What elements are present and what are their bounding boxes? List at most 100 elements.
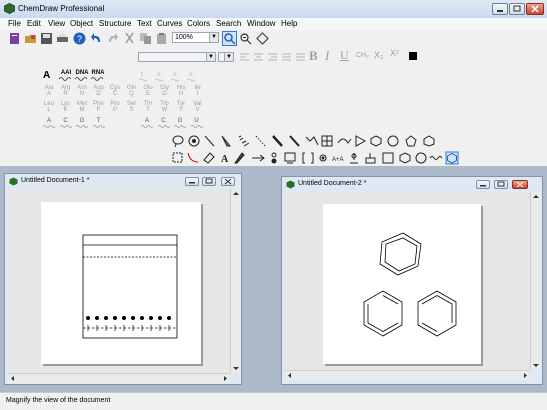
reaction-arrow-icon[interactable]: A+A — [332, 157, 344, 163]
cut-icon[interactable] — [123, 32, 136, 45]
stamp-icon[interactable] — [365, 153, 376, 164]
menu-structure[interactable]: Structure — [99, 18, 131, 30]
magnify-icon[interactable] — [222, 31, 237, 46]
document-1-canvas[interactable] — [8, 189, 230, 379]
chain-icon[interactable] — [305, 136, 319, 146]
chevron-down-icon[interactable]: ▼ — [209, 33, 218, 42]
menu-object[interactable]: Object — [70, 18, 93, 30]
benzene-tool-icon[interactable] — [445, 151, 459, 165]
doc1-vertical-scrollbar[interactable] — [230, 189, 241, 373]
amino-acid-button-6[interactable]: Thr T — [140, 101, 156, 113]
underline-button[interactable]: U — [340, 48, 349, 63]
doc1-minimize-button[interactable] — [185, 177, 199, 186]
amino-acid-button-0[interactable]: Ala A — [41, 85, 57, 97]
amino-acid-button-3[interactable]: Phe F — [91, 101, 107, 113]
save-icon[interactable] — [40, 32, 53, 45]
doc2-horizontal-scrollbar[interactable] — [285, 370, 530, 380]
pen-icon[interactable] — [234, 152, 245, 164]
doc2-close-button[interactable] — [512, 180, 528, 189]
amino-acid-button-7[interactable]: Gly G — [157, 85, 173, 97]
amino-acid-button-7[interactable]: Trp W — [157, 101, 173, 113]
rna-base-button-1[interactable]: C — [156, 118, 172, 131]
rna-base-button-3[interactable]: U — [189, 118, 205, 131]
doc2-vertical-scrollbar[interactable] — [530, 192, 541, 370]
copy-icon[interactable] — [139, 32, 152, 45]
font-size-select[interactable]: ▼ — [218, 52, 234, 62]
doc1-horizontal-scrollbar[interactable] — [8, 373, 230, 383]
dna-base-button-0[interactable]: A — [41, 118, 57, 131]
fit-diamond-icon[interactable] — [256, 32, 269, 45]
text-tool-icon[interactable]: A — [221, 154, 229, 165]
pentagon-icon[interactable] — [405, 135, 417, 147]
bold-bond-icon[interactable] — [272, 135, 283, 147]
chemical-symbols-icon[interactable] — [319, 154, 327, 162]
zoom-out-icon[interactable] — [239, 32, 252, 45]
brackets-icon[interactable] — [302, 152, 314, 164]
amino-acid-button-2[interactable]: Asn N — [74, 85, 90, 97]
amino-acid-button-1[interactable]: Lys K — [58, 101, 74, 113]
minimize-button[interactable] — [492, 3, 508, 15]
single-bond-icon[interactable] — [204, 135, 215, 147]
menu-text[interactable]: Text — [137, 18, 152, 30]
dna-base-button-1[interactable]: C — [58, 118, 74, 131]
formula-button[interactable]: CH₂ — [356, 52, 369, 59]
bold-wedge-icon[interactable] — [289, 135, 300, 147]
menu-window[interactable]: Window — [247, 18, 275, 30]
document-window-2[interactable]: Untitled Document-2 * — [281, 176, 543, 385]
hashed-bond-2-icon[interactable] — [255, 135, 266, 147]
eraser-curve-icon[interactable] — [187, 152, 199, 163]
doc2-minimize-button[interactable] — [476, 180, 490, 189]
heptagon-icon[interactable] — [423, 135, 435, 147]
circle-2-icon[interactable] — [415, 152, 427, 164]
rna-base-button-0[interactable]: A — [139, 118, 155, 131]
rotate-icon[interactable] — [188, 135, 200, 147]
font-select[interactable]: ▼ — [138, 52, 216, 62]
doc1-restore-button[interactable] — [202, 177, 216, 186]
menu-curves[interactable]: Curves — [157, 18, 182, 30]
restore-button[interactable] — [509, 3, 525, 15]
amino-acid-button-3[interactable]: Asp D — [91, 85, 107, 97]
amino-acid-button-4[interactable]: Cys C — [107, 85, 123, 97]
arrow-curve-icon[interactable] — [337, 138, 352, 144]
subscript-button[interactable]: X₂ — [374, 50, 384, 60]
zoom-select[interactable]: 100% ▼ — [172, 32, 219, 43]
undo-icon[interactable] — [90, 32, 103, 45]
query-icon[interactable] — [350, 153, 358, 164]
amino-acid-button-9[interactable]: Ile I — [190, 85, 206, 97]
eraser-icon[interactable] — [203, 152, 215, 164]
redo-icon[interactable] — [106, 32, 119, 45]
menu-file[interactable]: File — [8, 18, 21, 30]
color-swatch[interactable] — [409, 52, 417, 60]
dna-base-button-2[interactable]: G — [74, 118, 90, 131]
bold-button[interactable]: B — [309, 48, 318, 64]
amino-acid-button-8[interactable]: His H — [173, 85, 189, 97]
menu-edit[interactable]: Edit — [27, 18, 41, 30]
wave-icon[interactable] — [429, 156, 443, 160]
print-icon[interactable] — [56, 32, 69, 45]
amino-acid-button-8[interactable]: Tyr Y — [173, 101, 189, 113]
rectangle-icon[interactable] — [382, 152, 394, 164]
help-icon[interactable]: ? — [73, 32, 86, 45]
amino-acid-button-9[interactable]: Val V — [190, 101, 206, 113]
doc2-restore-button[interactable] — [494, 180, 508, 189]
document-window-1[interactable]: Untitled Document-1 * — [4, 173, 242, 385]
triangle-icon[interactable] — [355, 135, 367, 147]
orbital-icon[interactable] — [271, 152, 277, 164]
drawing-elements-icon[interactable] — [284, 152, 296, 164]
amino-acid-button-5[interactable]: Gln Q — [124, 85, 140, 97]
doc1-close-button[interactable] — [221, 177, 235, 186]
amino-acid-button-6[interactable]: Glu E — [140, 85, 156, 97]
paste-icon[interactable] — [155, 32, 168, 45]
superscript-button[interactable]: X² — [390, 48, 399, 58]
amino-acid-button-5[interactable]: Ser S — [124, 101, 140, 113]
hexagon-icon[interactable] — [370, 135, 382, 147]
close-button[interactable] — [526, 3, 544, 15]
rna-base-button-2[interactable]: G — [172, 118, 188, 131]
hexagon-2-icon[interactable] — [399, 152, 411, 164]
menu-help[interactable]: Help — [281, 18, 297, 30]
amino-acid-button-2[interactable]: Met M — [74, 101, 90, 113]
marquee-select-icon[interactable] — [172, 152, 183, 163]
new-document-icon[interactable] — [8, 32, 21, 45]
amino-acid-button-1[interactable]: Arg R — [58, 85, 74, 97]
menu-colors[interactable]: Colors — [187, 18, 210, 30]
